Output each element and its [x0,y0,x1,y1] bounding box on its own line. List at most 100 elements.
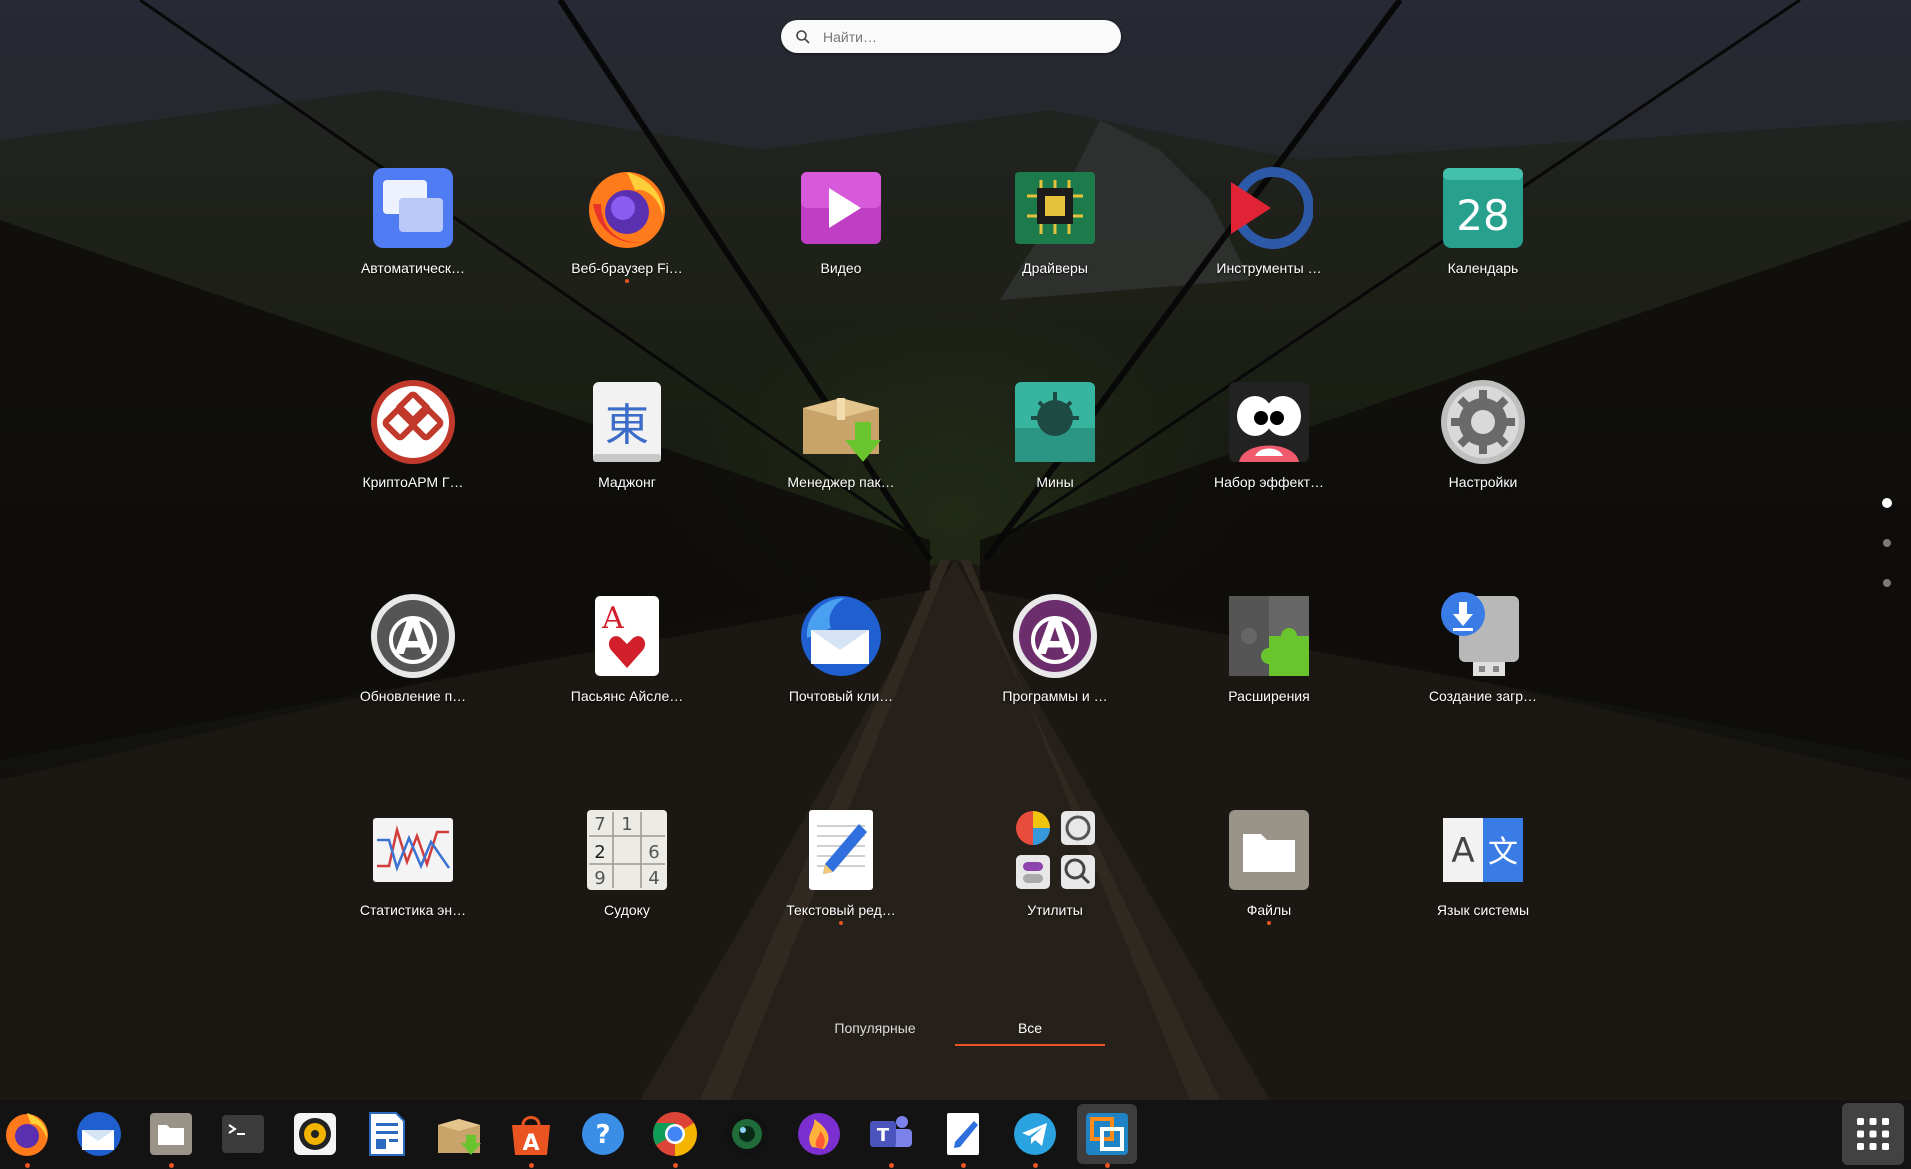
mahjong-tile-icon: 東 [583,378,671,466]
running-indicator [961,1163,966,1168]
app-tile-sudoku[interactable]: 712 6 9 4 Судоку [552,806,702,956]
dock-remote-viewer[interactable] [1077,1104,1137,1168]
app-tile-mahjong[interactable]: 東 Маджонг [552,378,702,528]
app-label: Утилиты [1027,902,1083,918]
app-label: Судоку [604,902,650,918]
package-box-icon [797,378,885,466]
app-label: Календарь [1447,260,1519,276]
app-tile-calendar[interactable]: 28 Календарь [1408,164,1558,314]
app-tile-package-manager[interactable]: Менеджер пак… [766,378,916,528]
dock-firefox-nightly[interactable] [789,1104,849,1164]
running-indicator [1267,921,1271,925]
sudoku-digit: 2 [594,842,605,863]
remote-viewer-icon [1086,1113,1128,1155]
calendar-icon: 28 [1439,164,1527,252]
desktop-icon [369,164,457,252]
app-tile-cryptoarm[interactable]: КриптоАРМ Г… [338,378,488,528]
dock-terminal[interactable] [213,1104,273,1164]
app-label: Файлы [1246,902,1292,918]
running-indicator [25,1163,30,1168]
dock-chrome[interactable] [645,1104,705,1168]
dock-telegram[interactable] [1005,1104,1065,1168]
sudoku-digit: 6 [648,842,659,863]
text-editor-icon [947,1113,979,1155]
app-tile-firefox[interactable]: Веб-браузер Fi… [552,164,702,314]
page-dot[interactable] [1883,539,1891,547]
desktop-background: Автоматическ… Веб-браузер Fi… Видео Драй… [0,0,1911,1169]
crypto-chain-icon [369,378,457,466]
software-update-icon: A [369,592,457,680]
svg-text:?: ? [595,1120,610,1150]
language-glyph-latin: A [1451,831,1474,871]
software-center-icon: A [1011,592,1099,680]
dock-rhythmbox[interactable] [285,1104,345,1164]
terminal-icon [222,1115,264,1153]
app-label: Автоматическ… [360,260,466,276]
app-tile-language[interactable]: A文 Язык системы [1408,806,1558,956]
calendar-day-number: 28 [1456,191,1509,240]
app-tile-remote-tools[interactable]: Инструменты … [1194,164,1344,314]
app-label: Расширения [1228,688,1310,704]
svg-text:A: A [522,1131,539,1156]
running-indicator [529,1163,534,1168]
app-tile-files[interactable]: Файлы [1194,806,1344,956]
page-dot[interactable] [1883,579,1891,587]
app-label: Настройки [1448,474,1518,490]
language-icon: A文 [1439,806,1527,894]
app-label: Маджонг [598,474,656,490]
language-glyph-cjk: 文 [1488,835,1518,870]
app-tile-automation[interactable]: Автоматическ… [338,164,488,314]
firefox-icon [6,1113,48,1156]
teams-icon: T [870,1116,912,1147]
app-tile-extensions[interactable]: Расширения [1194,592,1344,742]
files-icon [150,1113,192,1155]
dock-files[interactable] [141,1104,201,1168]
app-label: Статистика эн… [359,902,467,918]
app-tile-settings[interactable]: Настройки [1408,378,1558,528]
app-grid: Автоматическ… Веб-браузер Fi… Видео Драй… [0,0,1911,1169]
app-tile-drivers[interactable]: Драйверы [980,164,1130,314]
app-tile-thunderbird[interactable]: Почтовый кли… [766,592,916,742]
dock-package-manager[interactable] [429,1104,489,1164]
sudoku-digit: 9 [594,868,605,889]
app-label: Драйверы [1022,260,1088,276]
mine-icon [1011,378,1099,466]
sudoku-grid-icon: 712 6 9 4 [583,806,671,894]
tab-all[interactable]: Все [955,1012,1105,1046]
dock-libreoffice-writer[interactable] [357,1104,417,1164]
software-center-icon: A [512,1116,550,1156]
running-indicator [889,1163,894,1168]
app-tile-video[interactable]: Видео [766,164,916,314]
chip-icon [1011,164,1099,252]
app-tile-mines[interactable]: Мины [980,378,1130,528]
running-indicator [1105,1163,1110,1168]
app-tile-power-statistics[interactable]: Статистика эн… [338,806,488,956]
dock-text-editor[interactable] [933,1104,993,1168]
sudoku-digit: 1 [621,814,632,835]
app-tile-usb-creator[interactable]: Создание загр… [1408,592,1558,742]
app-tile-solitaire[interactable]: A Пасьянс Айсле… [552,592,702,742]
app-folder-utilities[interactable]: Утилиты [980,806,1130,956]
show-apps-button[interactable] [1842,1103,1904,1165]
dock-thunderbird[interactable] [69,1104,129,1164]
page-dot-active[interactable] [1882,498,1892,508]
app-tile-software-center[interactable]: A Программы и … [980,592,1130,742]
dock-software-center[interactable]: A [501,1104,561,1168]
page-indicators [1880,498,1894,598]
firefox-icon [583,164,671,252]
app-tile-software-update[interactable]: A Обновление п… [338,592,488,742]
dock-help[interactable]: ? [573,1104,633,1164]
app-label: Язык системы [1436,902,1530,918]
app-label: Обновление п… [359,688,467,704]
usb-download-icon [1439,592,1527,680]
dock-teams[interactable]: T [861,1104,921,1168]
dock-camera[interactable] [717,1104,777,1164]
sudoku-digit: 7 [594,814,605,835]
package-manager-icon [438,1119,481,1155]
tab-popular[interactable]: Популярные [800,1012,950,1044]
app-tile-text-editor[interactable]: Текстовый ред… [766,806,916,956]
dock-firefox[interactable] [0,1104,57,1168]
running-indicator [625,279,629,283]
app-label: Программы и … [1002,688,1108,704]
app-tile-cheese[interactable]: Набор эффект… [1194,378,1344,528]
